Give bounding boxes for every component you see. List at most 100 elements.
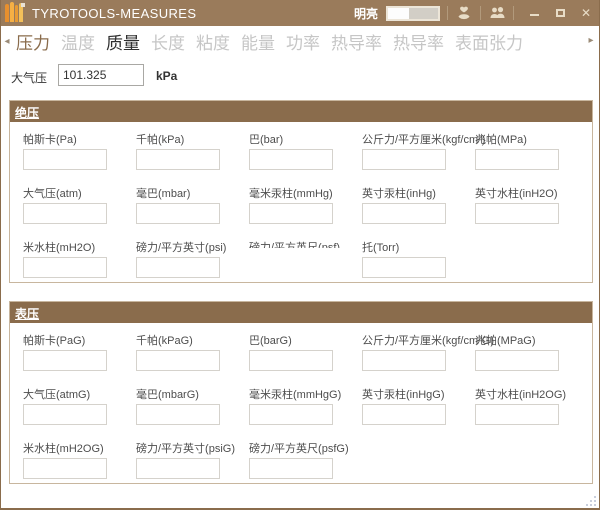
field-label-inh2og: 英寸水柱(inH2OG)	[475, 386, 588, 400]
field-label-psfg: 磅力/平方英尺(psfG)	[249, 440, 362, 454]
field-barg: 巴(barG)	[249, 332, 362, 370]
field-atm: 大气压(atm)	[23, 185, 136, 223]
input-torr[interactable]	[362, 257, 446, 278]
toggle-thumb[interactable]	[388, 8, 409, 19]
field-label-mmhg: 毫米汞柱(mmHg)	[249, 185, 362, 199]
maximize-button[interactable]	[547, 0, 573, 26]
input-atm[interactable]	[23, 203, 107, 224]
field-label-inhg: 英寸汞柱(inHg)	[362, 185, 475, 199]
field-label-torr: 托(Torr)	[362, 239, 475, 253]
input-mbar[interactable]	[136, 203, 220, 224]
input-psig[interactable]	[136, 458, 220, 479]
field-label-mpag: 兆帕(MPaG)	[475, 332, 588, 346]
input-kgfcm2[interactable]	[362, 149, 446, 170]
field-label-kgfcm2g: 公斤力/平方厘米(kgf/cm²G)	[362, 332, 475, 346]
field-label-psig: 磅力/平方英寸(psiG)	[136, 440, 249, 454]
titlebar-divider	[513, 6, 514, 20]
atmospheric-unit: kPa	[156, 69, 177, 83]
tab-thermal-conductivity[interactable]: 热导率	[331, 29, 382, 54]
field-label-kpag: 千帕(kPaG)	[136, 332, 249, 346]
field-label-inhgg: 英寸汞柱(inHgG)	[362, 386, 475, 400]
minimize-button[interactable]	[521, 0, 547, 26]
donate-heart-icon[interactable]	[455, 4, 473, 22]
input-kpag[interactable]	[136, 350, 220, 371]
theme-toggle-switch[interactable]	[386, 6, 440, 21]
tab-power[interactable]: 功率	[286, 29, 320, 54]
tab-scroll-left-icon[interactable]: ◂	[1, 36, 13, 47]
close-button[interactable]: ✕	[573, 0, 599, 26]
input-barg[interactable]	[249, 350, 333, 371]
field-pa: 帕斯卡(Pa)	[23, 131, 136, 169]
tab-scroll-right-icon[interactable]: ▸	[585, 35, 597, 46]
tab-mass[interactable]: 质量	[106, 29, 140, 54]
tab-temperature[interactable]: 温度	[61, 29, 95, 54]
input-inhg[interactable]	[362, 203, 446, 224]
users-icon[interactable]	[488, 4, 506, 22]
field-label-atmg: 大气压(atmG)	[23, 386, 136, 400]
tab-surface-tension[interactable]: 表面张力	[455, 29, 523, 54]
field-inh2og: 英寸水柱(inH2OG)	[475, 386, 588, 424]
input-psi[interactable]	[136, 257, 220, 278]
field-grid: 帕斯卡(PaG)千帕(kPaG)巴(barG)公斤力/平方厘米(kgf/cm²G…	[10, 323, 592, 478]
app-window: TYROTOOLS-MEASURES 明亮	[0, 0, 600, 510]
field-label-mh2o: 米水柱(mH2O)	[23, 239, 136, 253]
window-title: TYROTOOLS-MEASURES	[32, 6, 196, 21]
tab-thermal-conductivity-2[interactable]: 热导率	[393, 29, 444, 54]
input-mh2og[interactable]	[23, 458, 107, 479]
input-inh2og[interactable]	[475, 404, 559, 425]
input-mmhg[interactable]	[249, 203, 333, 224]
field-inh2o: 英寸水柱(inH2O)	[475, 185, 588, 223]
field-kpag: 千帕(kPaG)	[136, 332, 249, 370]
input-kpa[interactable]	[136, 149, 220, 170]
tab-viscosity[interactable]: 粘度	[196, 29, 230, 54]
resize-grip[interactable]	[584, 494, 596, 506]
field-psig: 磅力/平方英寸(psiG)	[136, 440, 249, 478]
input-mmhgg[interactable]	[249, 404, 333, 425]
input-inhgg[interactable]	[362, 404, 446, 425]
field-label-mpa: 兆帕(MPa)	[475, 131, 588, 145]
input-mpag[interactable]	[475, 350, 559, 371]
field-torr: 托(Torr)	[362, 239, 475, 277]
tab-length[interactable]: 长度	[151, 29, 185, 54]
titlebar-divider	[447, 6, 448, 20]
input-atmg[interactable]	[23, 404, 107, 425]
field-mbarg: 毫巴(mbarG)	[136, 386, 249, 424]
field-label-kpa: 千帕(kPa)	[136, 131, 249, 145]
input-pag[interactable]	[23, 350, 107, 371]
field-mpa: 兆帕(MPa)	[475, 131, 588, 169]
field-inhgg: 英寸汞柱(inHgG)	[362, 386, 475, 424]
field-psfg: 磅力/平方英尺(psfG)	[249, 440, 362, 478]
field-mpag: 兆帕(MPaG)	[475, 332, 588, 370]
input-mpa[interactable]	[475, 149, 559, 170]
field-atmg: 大气压(atmG)	[23, 386, 136, 424]
field-mbar: 毫巴(mbar)	[136, 185, 249, 223]
field-label-pag: 帕斯卡(PaG)	[23, 332, 136, 346]
section-absolute-pressure: 绝压帕斯卡(Pa)千帕(kPa)巴(bar)公斤力/平方厘米(kgf/cm²)兆…	[9, 100, 593, 283]
field-label-mbarg: 毫巴(mbarG)	[136, 386, 249, 400]
atmospheric-input[interactable]	[58, 64, 144, 86]
input-bar[interactable]	[249, 149, 333, 170]
field-psi: 磅力/平方英寸(psi)	[136, 239, 249, 277]
field-kgfcm2g: 公斤力/平方厘米(kgf/cm²G)	[362, 332, 475, 370]
input-psfg[interactable]	[249, 458, 333, 479]
field-label-pa: 帕斯卡(Pa)	[23, 131, 136, 145]
atmospheric-row: 大气压 kPa	[1, 62, 599, 92]
field-inhg: 英寸汞柱(inHg)	[362, 185, 475, 223]
input-kgfcm2g[interactable]	[362, 350, 446, 371]
field-label-kgfcm2: 公斤力/平方厘米(kgf/cm²)	[362, 131, 475, 145]
input-pa[interactable]	[23, 149, 107, 170]
section-header-absolute-pressure: 绝压	[10, 101, 592, 122]
theme-toggle-label: 明亮	[354, 5, 378, 22]
tab-energy[interactable]: 能量	[241, 29, 275, 54]
section-gauge-pressure: 表压帕斯卡(PaG)千帕(kPaG)巴(barG)公斤力/平方厘米(kgf/cm…	[9, 301, 593, 484]
field-label-psf: 磅力/平方英尺(psf)	[249, 239, 362, 248]
input-inh2o[interactable]	[475, 203, 559, 224]
titlebar-divider	[480, 6, 481, 20]
field-label-inh2o: 英寸水柱(inH2O)	[475, 185, 588, 199]
field-label-atm: 大气压(atm)	[23, 185, 136, 199]
tab-pressure[interactable]: 压力	[16, 29, 50, 54]
input-mh2o[interactable]	[23, 257, 107, 278]
field-mh2o: 米水柱(mH2O)	[23, 239, 136, 277]
input-mbarg[interactable]	[136, 404, 220, 425]
section-header-gauge-pressure: 表压	[10, 302, 592, 323]
